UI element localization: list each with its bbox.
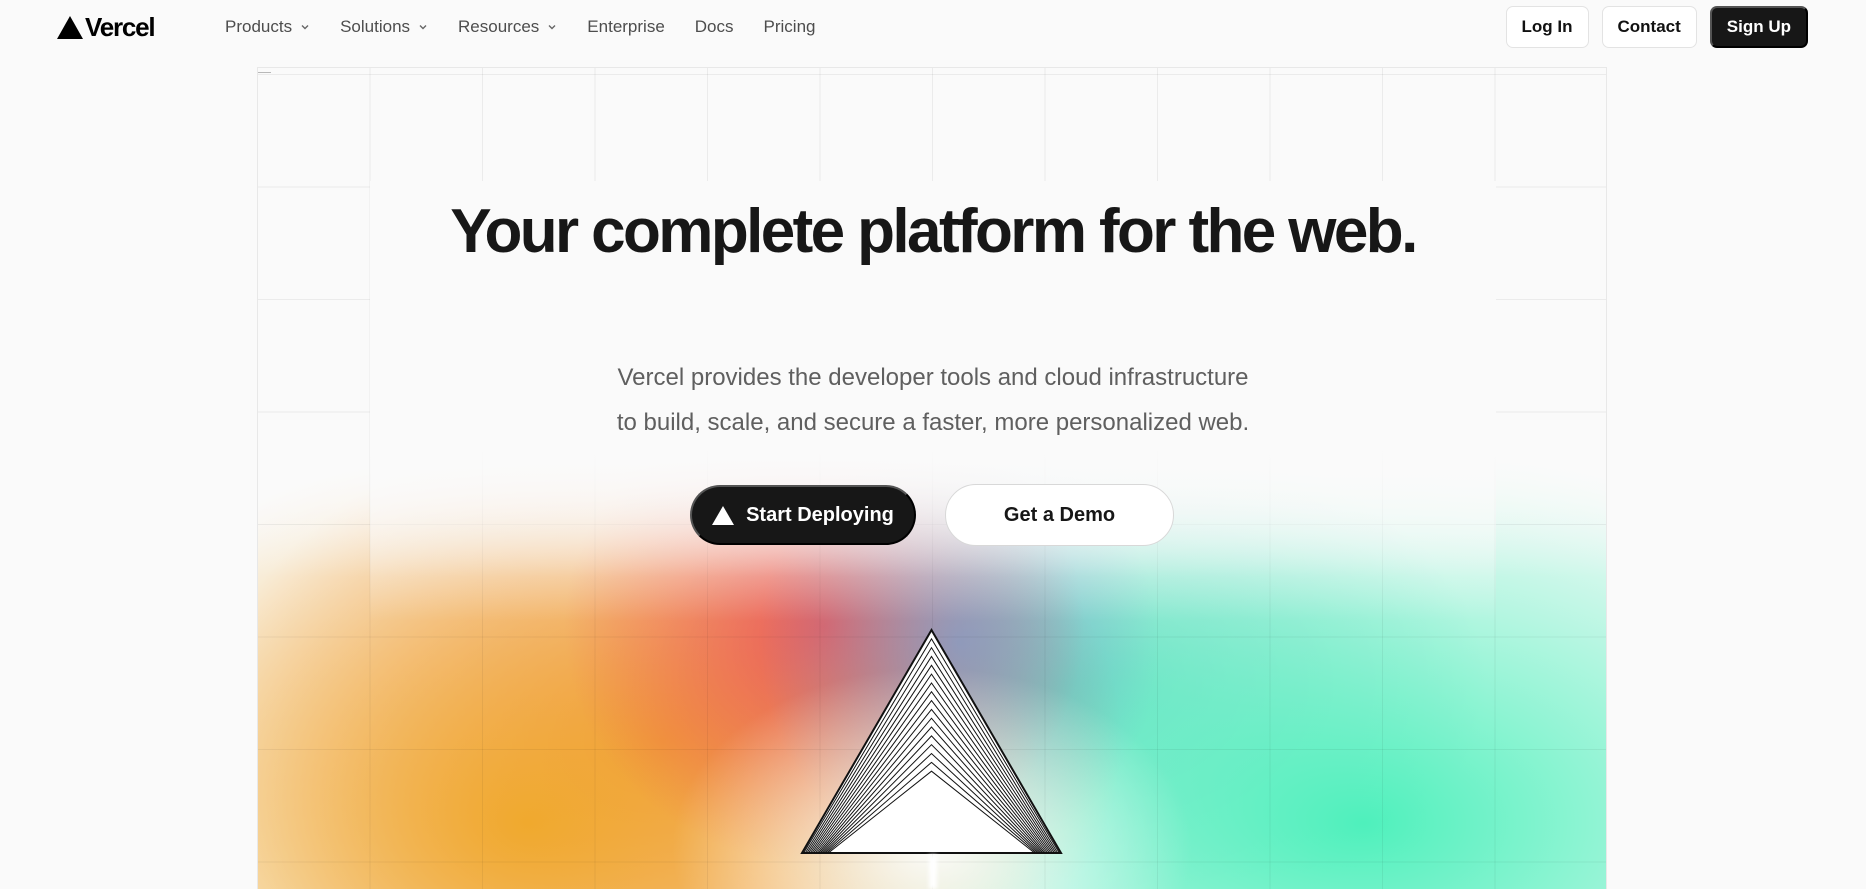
get-a-demo-button[interactable]: Get a Demo xyxy=(945,484,1174,546)
chevron-down-icon xyxy=(548,25,556,30)
hero-subtitle-line-1: Vercel provides the developer tools and … xyxy=(617,364,1249,391)
nav-item-label: Pricing xyxy=(763,17,816,36)
nav-item-enterprise[interactable]: Enterprise xyxy=(587,10,664,44)
signup-button[interactable]: Sign Up xyxy=(1709,6,1808,48)
nav-item-products[interactable]: Products xyxy=(225,10,310,44)
top-navbar: Vercel Products Solutions Resources Ente… xyxy=(0,0,1866,54)
start-deploying-button[interactable]: Start Deploying xyxy=(690,485,916,545)
start-deploying-label: Start Deploying xyxy=(746,503,894,526)
login-button[interactable]: Log In xyxy=(1505,6,1589,48)
hero-cta-group: Start Deploying Get a Demo xyxy=(690,484,1174,546)
prism-triangle-icon xyxy=(800,628,1063,854)
nav-item-label: Products xyxy=(225,17,293,36)
nav-item-label: Enterprise xyxy=(587,17,665,36)
nav-item-docs[interactable]: Docs xyxy=(695,10,734,44)
nav-item-solutions[interactable]: Solutions xyxy=(340,10,428,44)
nav-item-label: Docs xyxy=(694,17,734,36)
main-nav: Products Solutions Resources Enterprise … xyxy=(225,0,845,54)
nav-item-label: Solutions xyxy=(340,17,411,36)
contact-button[interactable]: Contact xyxy=(1601,6,1697,48)
light-beam xyxy=(929,855,937,889)
nav-actions: Log In Contact Sign Up xyxy=(1505,6,1808,48)
chevron-down-icon xyxy=(419,25,427,30)
vercel-logo[interactable]: Vercel xyxy=(57,12,156,42)
brand-name: Vercel xyxy=(85,12,156,42)
corner-crosshair-mark xyxy=(258,68,271,92)
nav-item-pricing[interactable]: Pricing xyxy=(764,10,816,44)
vercel-triangle-icon xyxy=(712,505,735,525)
nav-item-resources[interactable]: Resources xyxy=(458,10,557,44)
chevron-down-icon xyxy=(301,25,309,30)
hero-subtitle-line-2: to build, scale, and secure a faster, mo… xyxy=(616,409,1250,436)
nav-item-label: Resources xyxy=(458,17,540,36)
vercel-triangle-icon xyxy=(57,15,83,39)
hero-title: Your complete platform for the web. xyxy=(450,197,1418,266)
